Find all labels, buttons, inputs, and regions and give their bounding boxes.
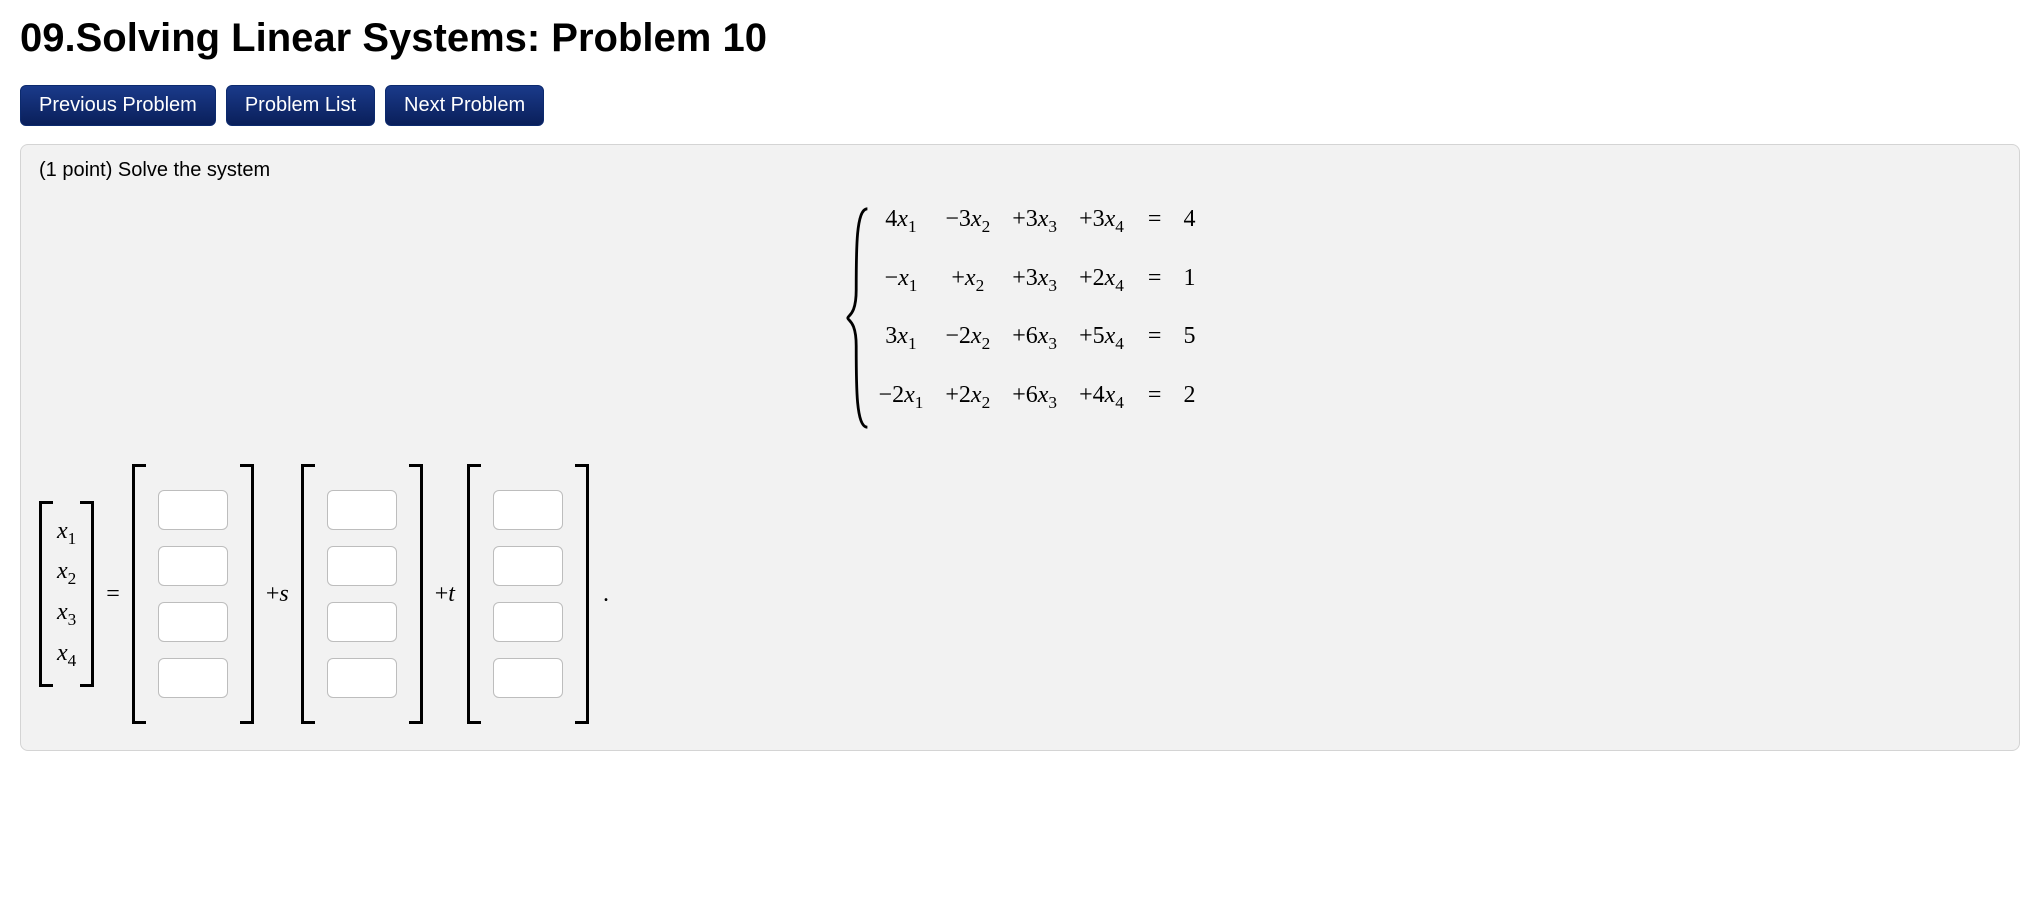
eq-term: −2x1 bbox=[879, 382, 924, 413]
eq-term: 3x1 bbox=[879, 323, 924, 354]
t-vector bbox=[467, 464, 589, 724]
left-brace-icon bbox=[845, 206, 873, 430]
eq-equals: = bbox=[1146, 206, 1162, 233]
period: . bbox=[599, 581, 609, 608]
eq-term: +3x3 bbox=[1012, 206, 1057, 237]
previous-problem-button[interactable]: Previous Problem bbox=[20, 85, 216, 126]
prompt-text: (1 point) Solve the system bbox=[39, 159, 2001, 182]
var-label: x4 bbox=[57, 639, 76, 672]
eq-term: +3x4 bbox=[1079, 206, 1124, 237]
eq-term: −x1 bbox=[879, 265, 924, 296]
answer-input-p3[interactable] bbox=[158, 602, 228, 642]
answer-input-s1[interactable] bbox=[327, 490, 397, 530]
eq-term: +6x3 bbox=[1012, 323, 1057, 354]
eq-equals: = bbox=[1146, 382, 1162, 409]
plus-t-operator: +t bbox=[433, 581, 457, 608]
eq-term: +3x3 bbox=[1012, 265, 1057, 296]
eq-term: −3x2 bbox=[945, 206, 990, 237]
var-label: x3 bbox=[57, 598, 76, 631]
eq-term: +5x4 bbox=[1079, 323, 1124, 354]
var-label: x1 bbox=[57, 517, 76, 550]
answer-input-p1[interactable] bbox=[158, 490, 228, 530]
lhs-vector: x1 x2 x3 x4 bbox=[39, 501, 94, 687]
answer-input-s4[interactable] bbox=[327, 658, 397, 698]
eq-rhs: 4 bbox=[1183, 206, 1195, 233]
answer-input-t3[interactable] bbox=[493, 602, 563, 642]
next-problem-button[interactable]: Next Problem bbox=[385, 85, 544, 126]
page-title: 09.Solving Linear Systems: Problem 10 bbox=[20, 16, 2020, 61]
nav-buttons: Previous Problem Problem List Next Probl… bbox=[20, 85, 2020, 126]
eq-equals: = bbox=[1146, 265, 1162, 292]
eq-term: +4x4 bbox=[1079, 382, 1124, 413]
answer-input-s2[interactable] bbox=[327, 546, 397, 586]
particular-vector bbox=[132, 464, 254, 724]
answer-input-t4[interactable] bbox=[493, 658, 563, 698]
system-of-equations: 4x1 −3x2 +3x3 +3x4 = 4 −x1 +x2 +3x3 +2x4… bbox=[39, 206, 2001, 430]
answer-input-t1[interactable] bbox=[493, 490, 563, 530]
problem-list-button[interactable]: Problem List bbox=[226, 85, 375, 126]
answer-row: x1 x2 x3 x4 = +s bbox=[39, 464, 2001, 724]
eq-term: +2x4 bbox=[1079, 265, 1124, 296]
plus-s-operator: +s bbox=[264, 581, 291, 608]
eq-rhs: 5 bbox=[1183, 323, 1195, 350]
eq-rhs: 2 bbox=[1183, 382, 1195, 409]
eq-rhs: 1 bbox=[1183, 265, 1195, 292]
eq-term: +2x2 bbox=[945, 382, 990, 413]
answer-input-p2[interactable] bbox=[158, 546, 228, 586]
answer-input-p4[interactable] bbox=[158, 658, 228, 698]
answer-input-s3[interactable] bbox=[327, 602, 397, 642]
answer-input-t2[interactable] bbox=[493, 546, 563, 586]
var-label: x2 bbox=[57, 557, 76, 590]
eq-term: +6x3 bbox=[1012, 382, 1057, 413]
s-vector bbox=[301, 464, 423, 724]
eq-term: −2x2 bbox=[945, 323, 990, 354]
eq-equals: = bbox=[1146, 323, 1162, 350]
eq-term: 4x1 bbox=[879, 206, 924, 237]
equals-sign: = bbox=[104, 581, 122, 608]
problem-panel: (1 point) Solve the system 4x1 −3x2 +3x3… bbox=[20, 144, 2020, 751]
eq-term: +x2 bbox=[945, 265, 990, 296]
